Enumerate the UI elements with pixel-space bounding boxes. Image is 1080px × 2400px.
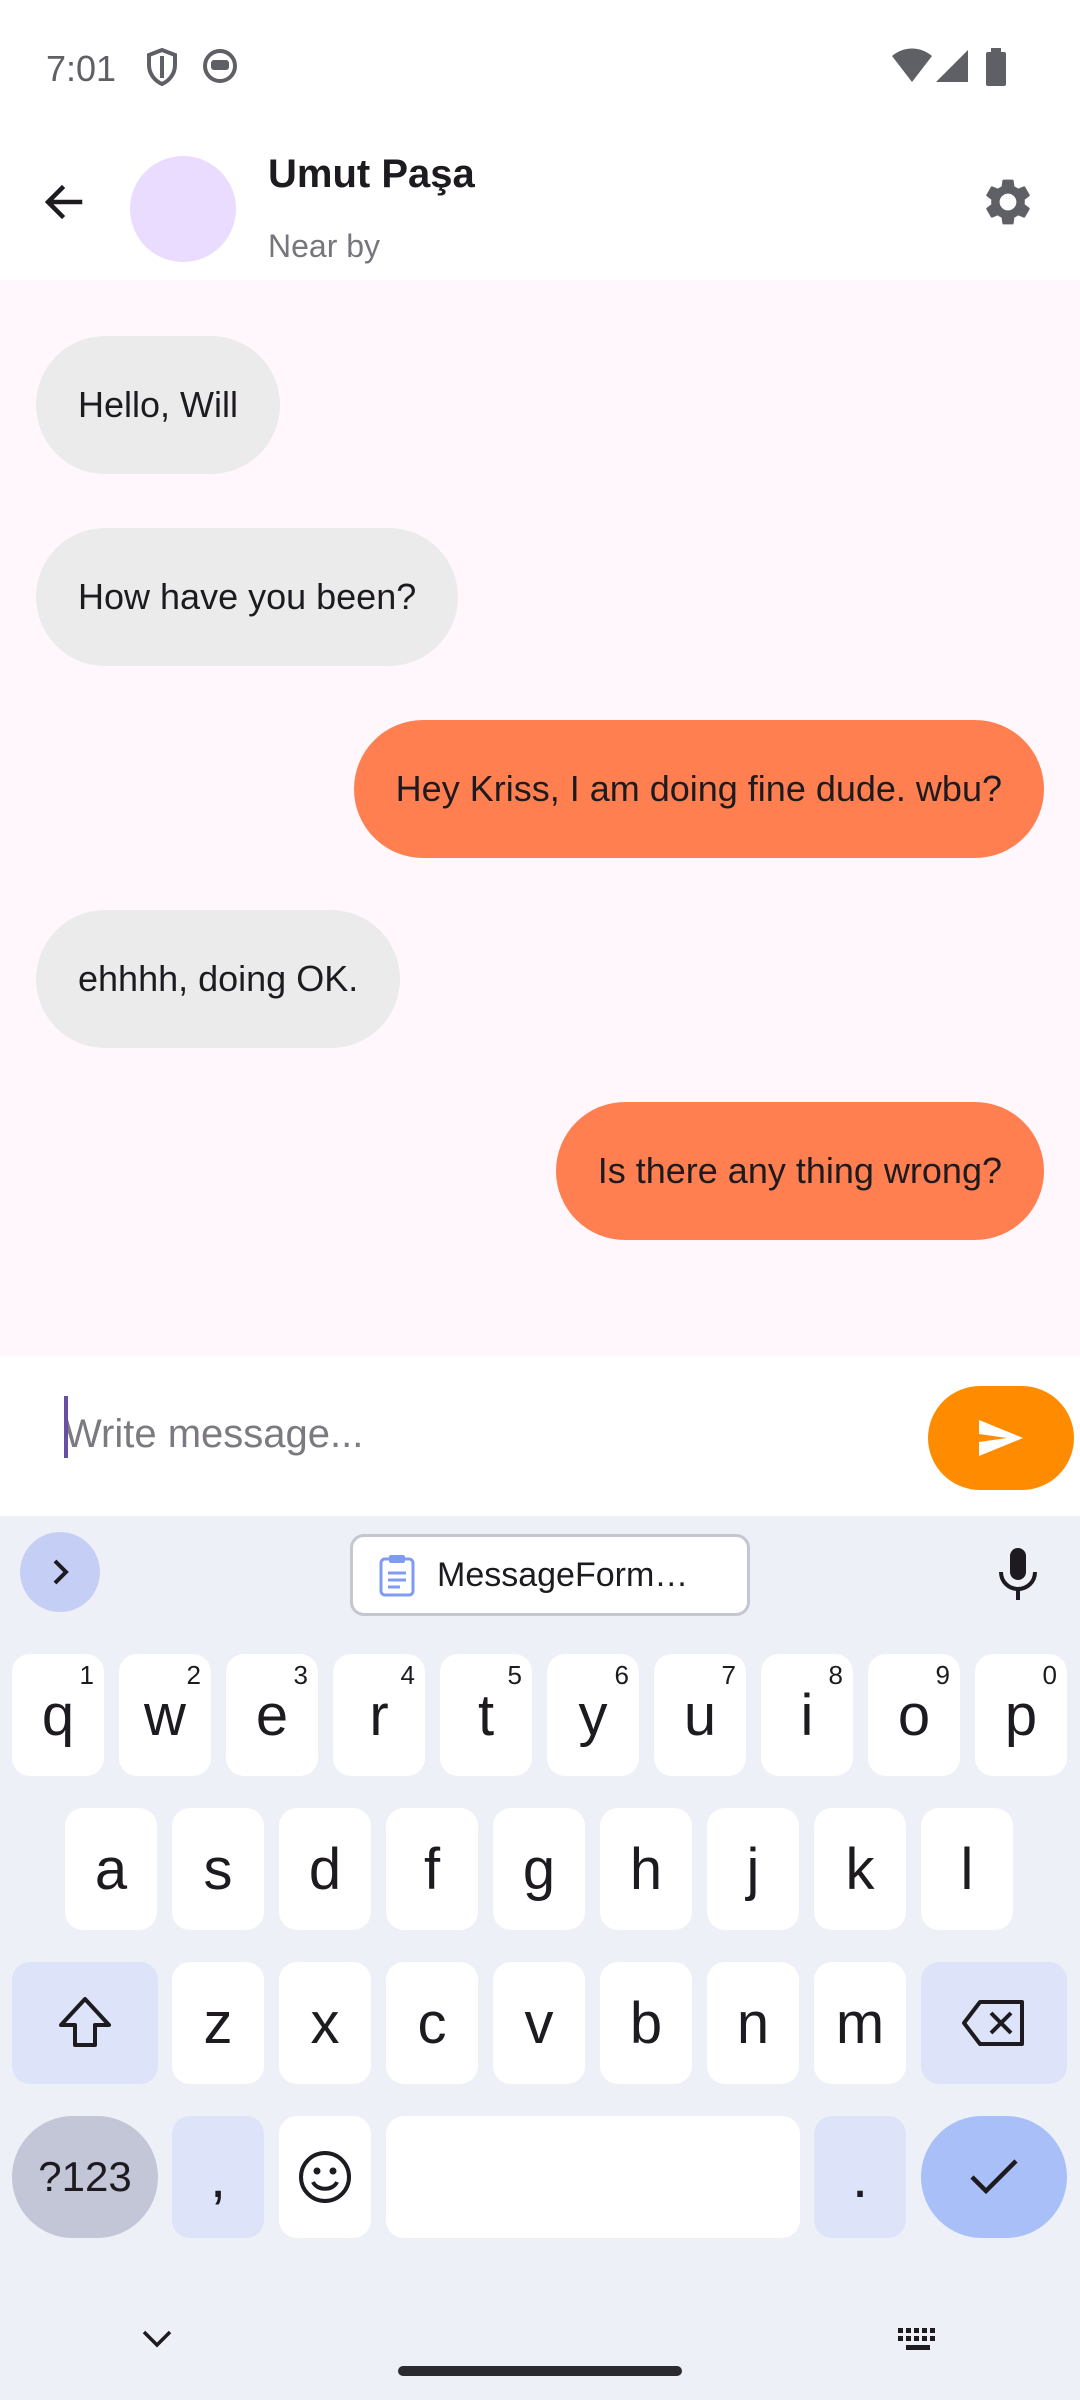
avatar[interactable] <box>130 156 236 262</box>
key-e[interactable]: e3 <box>226 1654 318 1776</box>
clipboard-suggestion-chip[interactable]: MessageForm… <box>350 1534 750 1616</box>
home-gesture-handle[interactable] <box>398 2366 682 2376</box>
hide-keyboard-chevron-icon[interactable] <box>140 2328 174 2350</box>
back-button[interactable] <box>22 160 106 244</box>
space-key[interactable] <box>386 2116 800 2238</box>
robot-face-icon <box>203 49 237 83</box>
key-r[interactable]: r4 <box>333 1654 425 1776</box>
cellular-signal-icon <box>936 50 968 82</box>
on-screen-keyboard: MessageForm… q1 w2 e3 r4 t5 y6 u7 i8 o9 … <box>0 1516 1080 2400</box>
message-input[interactable] <box>64 1392 904 1476</box>
chat-screen: 7:01 Umut Paşa Near by Hello, Will How h… <box>0 0 1080 2400</box>
key-l[interactable]: l <box>921 1808 1013 1930</box>
status-bar: 7:01 <box>0 0 1080 136</box>
arrow-back-icon <box>44 184 83 220</box>
wifi-icon <box>892 48 932 82</box>
key-u[interactable]: u7 <box>654 1654 746 1776</box>
key-v[interactable]: v <box>493 1962 585 2084</box>
incoming-message-bubble: Hello, Will <box>36 336 281 474</box>
app-bar: Umut Paşa Near by <box>0 136 1080 280</box>
key-b[interactable]: b <box>600 1962 692 2084</box>
navigation-bar <box>0 2300 1080 2400</box>
shield-icon <box>147 48 177 86</box>
key-q[interactable]: q1 <box>12 1654 104 1776</box>
gear-icon <box>986 179 1030 225</box>
key-s[interactable]: s <box>172 1808 264 1930</box>
key-a[interactable]: a <box>65 1808 157 1930</box>
period-key[interactable]: . <box>814 2116 906 2238</box>
clipboard-icon <box>379 1555 415 1597</box>
key-n[interactable]: n <box>707 1962 799 2084</box>
clipboard-suggestion-text: MessageForm… <box>437 1555 689 1594</box>
symbols-key[interactable]: ?123 <box>12 2116 158 2238</box>
key-j[interactable]: j <box>707 1808 799 1930</box>
battery-icon <box>986 48 1006 86</box>
emoji-key[interactable] <box>279 2116 371 2238</box>
key-k[interactable]: k <box>814 1808 906 1930</box>
key-i[interactable]: i8 <box>761 1654 853 1776</box>
backspace-icon <box>962 2000 1024 2046</box>
contact-status: Near by <box>268 228 381 264</box>
message-list[interactable]: Hello, Will How have you been? Hey Kriss… <box>0 280 1080 1356</box>
outgoing-message-bubble: Is there any thing wrong? <box>555 1102 1044 1240</box>
send-button[interactable] <box>928 1386 1074 1490</box>
shift-arrow-icon <box>59 1997 111 2047</box>
key-t[interactable]: t5 <box>440 1654 532 1776</box>
key-p[interactable]: p0 <box>975 1654 1067 1776</box>
keyboard-switch-icon[interactable] <box>898 2328 942 2352</box>
done-key[interactable] <box>921 2116 1067 2238</box>
key-d[interactable]: d <box>279 1808 371 1930</box>
message-composer <box>0 1356 1080 1516</box>
incoming-message-bubble: How have you been? <box>36 528 459 666</box>
incoming-message-bubble: ehhhh, doing OK. <box>36 910 401 1048</box>
key-m[interactable]: m <box>814 1962 906 2084</box>
chevron-right-icon <box>53 1559 69 1585</box>
status-time: 7:01 <box>46 48 117 89</box>
key-x[interactable]: x <box>279 1962 371 2084</box>
key-y[interactable]: y6 <box>547 1654 639 1776</box>
backspace-key[interactable] <box>921 1962 1067 2084</box>
key-h[interactable]: h <box>600 1808 692 1930</box>
settings-button[interactable] <box>966 160 1050 244</box>
key-g[interactable]: g <box>493 1808 585 1930</box>
key-c[interactable]: c <box>386 1962 478 2084</box>
key-o[interactable]: o9 <box>868 1654 960 1776</box>
key-w[interactable]: w2 <box>119 1654 211 1776</box>
shift-key[interactable] <box>12 1962 158 2084</box>
microphone-icon <box>999 1548 1037 1600</box>
emoji-icon <box>299 2151 351 2203</box>
outgoing-message-bubble: Hey Kriss, I am doing fine dude. wbu? <box>353 720 1044 858</box>
contact-name: Umut Paşa <box>268 152 475 196</box>
checkmark-icon <box>970 2159 1018 2195</box>
comma-key[interactable]: , <box>172 2116 264 2238</box>
keyboard-toolbar-expand-button[interactable] <box>20 1532 100 1612</box>
key-f[interactable]: f <box>386 1808 478 1930</box>
send-icon <box>979 1420 1023 1456</box>
voice-input-button[interactable] <box>978 1534 1058 1614</box>
text-cursor <box>64 1396 68 1458</box>
key-z[interactable]: z <box>172 1962 264 2084</box>
